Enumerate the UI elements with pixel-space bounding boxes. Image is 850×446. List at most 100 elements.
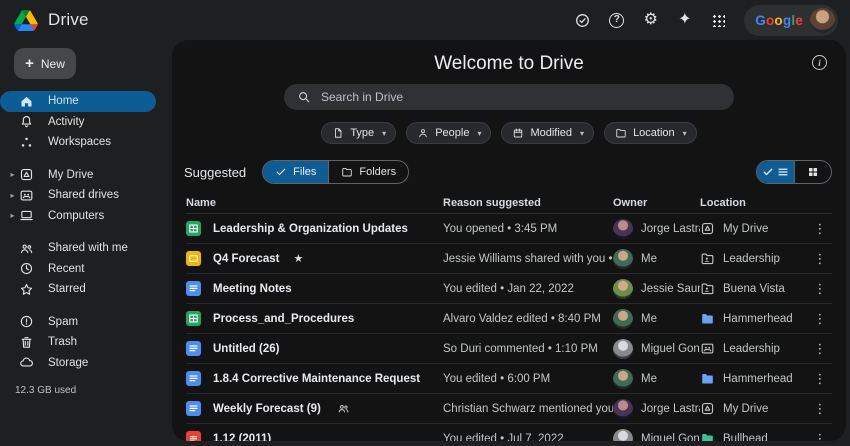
sidebar-item-computers[interactable]: ▸Computers: [0, 206, 156, 227]
sidebar-item-recent[interactable]: Recent: [0, 259, 156, 280]
location-cell[interactable]: Leadership: [700, 341, 808, 356]
owner-avatar: [613, 369, 633, 389]
filter-chip-type[interactable]: Type▾: [321, 122, 396, 144]
location-cell[interactable]: Bullhead: [700, 431, 808, 441]
row-menu-button[interactable]: ⋮: [814, 401, 827, 416]
header-reason: Reason suggested: [443, 197, 613, 209]
offline-status-icon[interactable]: [574, 12, 591, 29]
workspaces-icon: [19, 135, 34, 150]
help-icon[interactable]: ?: [608, 12, 625, 29]
row-menu-button[interactable]: ⋮: [814, 431, 827, 442]
sidebar-item-label: My Drive: [48, 169, 93, 181]
expand-arrow-icon[interactable]: ▸: [6, 191, 19, 200]
table-row[interactable]: Process_and_ProceduresAlvaro Valdez edit…: [186, 304, 832, 334]
filter-chip-label: People: [435, 127, 469, 139]
toggle-folders[interactable]: Folders: [328, 161, 408, 183]
chevron-down-icon: ▾: [683, 129, 687, 138]
owner-cell: Jorge Lastra: [613, 219, 700, 239]
suggested-label: Suggested: [184, 165, 246, 180]
suggested-bar: Suggested Files Folders: [184, 160, 832, 184]
row-menu-button[interactable]: ⋮: [814, 221, 827, 236]
filter-chips: Type▾People▾Modified▾Location▾: [172, 122, 846, 144]
reason-cell: You edited • Jul 7, 2022: [443, 433, 613, 442]
sheets-file-icon: [186, 221, 201, 236]
drivebadge-icon: [700, 221, 715, 236]
location-cell[interactable]: Hammerhead: [700, 371, 808, 386]
table-row[interactable]: Untitled (26)So Duri commented • 1:10 PM…: [186, 334, 832, 364]
table-row[interactable]: Meeting NotesYou edited • Jan 22, 2022Je…: [186, 274, 832, 304]
row-menu-button[interactable]: ⋮: [814, 371, 827, 386]
settings-gear-icon[interactable]: ⚙: [642, 12, 659, 29]
gemini-sparkle-icon[interactable]: ✦: [676, 12, 693, 29]
check-icon: [275, 166, 287, 178]
google-account-pill[interactable]: Google: [744, 5, 838, 36]
row-menu-button[interactable]: ⋮: [814, 251, 827, 266]
owner-avatar: [613, 429, 633, 442]
top-bar: Drive ? ⚙ ✦ Google: [0, 0, 850, 40]
sidebar-item-shared-drives[interactable]: ▸ Shared drives: [0, 185, 156, 206]
sidebar-item-activity[interactable]: Activity: [0, 112, 156, 133]
sidebar-item-label: Starred: [48, 283, 86, 295]
location-cell[interactable]: My Drive: [700, 401, 808, 416]
info-icon[interactable]: i: [812, 55, 827, 70]
name-cell: Process_and_Procedures: [186, 311, 443, 326]
apps-grid-icon[interactable]: [710, 12, 727, 29]
table-row[interactable]: Leadership & Organization UpdatesYou ope…: [186, 214, 832, 244]
header-name: Name: [186, 197, 443, 209]
sidebar-item-trash[interactable]: Trash: [0, 332, 156, 353]
row-menu-button[interactable]: ⋮: [814, 311, 827, 326]
sidebar-item-home[interactable]: Home: [0, 91, 156, 112]
search-input[interactable]: [321, 90, 721, 104]
sidebar-item-spam[interactable]: Spam: [0, 312, 156, 333]
sidebar-item-workspaces[interactable]: Workspaces: [0, 132, 156, 153]
grid-view-button[interactable]: [794, 161, 831, 183]
table-row[interactable]: Q4 Forecast★Jessie Williams shared with …: [186, 244, 832, 274]
expand-arrow-icon[interactable]: ▸: [6, 211, 19, 220]
main-panel: i Welcome to Drive Type▾People▾Modified▾…: [172, 40, 846, 441]
plus-icon: +: [25, 56, 34, 71]
location-cell[interactable]: My Drive: [700, 221, 808, 236]
reason-cell: You opened • 3:45 PM: [443, 223, 613, 235]
sidebar-item-label: Shared drives: [48, 189, 119, 201]
bell-icon: [19, 114, 34, 129]
calendar-icon: [512, 127, 524, 139]
sidebar-item-storage[interactable]: Storage: [0, 353, 156, 374]
expand-arrow-icon[interactable]: ▸: [6, 170, 19, 179]
location-cell[interactable]: Hammerhead: [700, 311, 808, 326]
file-name: 1.8.4 Corrective Maintenance Request: [213, 373, 420, 385]
sidebar-item-label: Trash: [48, 336, 77, 348]
filter-chip-people[interactable]: People▾: [406, 122, 491, 144]
mydrive-icon: [19, 167, 34, 182]
location-cell[interactable]: Buena Vista: [700, 281, 808, 296]
table-row[interactable]: 1.12 (2011)You edited • Jul 7, 2022Migue…: [186, 424, 832, 441]
sidebar-item-starred[interactable]: Starred: [0, 279, 156, 300]
row-menu-button[interactable]: ⋮: [814, 281, 827, 296]
folderblue-icon: [700, 371, 715, 386]
row-menu-button[interactable]: ⋮: [814, 341, 827, 356]
table-row[interactable]: Weekly Forecast (9)Christian Schwarz men…: [186, 394, 832, 424]
table-row[interactable]: 1.8.4 Corrective Maintenance Request You …: [186, 364, 832, 394]
file-name: Meeting Notes: [213, 283, 292, 295]
list-view-button[interactable]: [757, 161, 794, 183]
sharedrivebadge-icon: [700, 341, 715, 356]
folder-icon: [341, 166, 353, 178]
shared-people-icon: [337, 402, 350, 415]
filter-chip-modified[interactable]: Modified▾: [501, 122, 594, 144]
user-avatar[interactable]: [810, 8, 835, 33]
slides-file-icon: [186, 251, 201, 266]
owner-avatar: [613, 219, 633, 239]
filter-chip-location[interactable]: Location▾: [604, 122, 697, 144]
app-title: Drive: [48, 10, 89, 30]
chevron-down-icon: ▾: [580, 129, 584, 138]
reason-cell: You edited • 6:00 PM: [443, 373, 613, 385]
sidebar-item-shared-with-me[interactable]: Shared with me: [0, 238, 156, 259]
location-name: Leadership: [723, 253, 780, 265]
toggle-files[interactable]: Files: [263, 161, 328, 183]
folderblue-icon: [700, 311, 715, 326]
location-cell[interactable]: Leadership: [700, 251, 808, 266]
docs-file-icon: [186, 341, 201, 356]
sidebar-item-my-drive[interactable]: ▸ My Drive: [0, 165, 156, 186]
new-button[interactable]: + New: [14, 48, 76, 79]
drive-brand[interactable]: Drive: [14, 10, 89, 31]
search-bar[interactable]: [284, 84, 734, 110]
